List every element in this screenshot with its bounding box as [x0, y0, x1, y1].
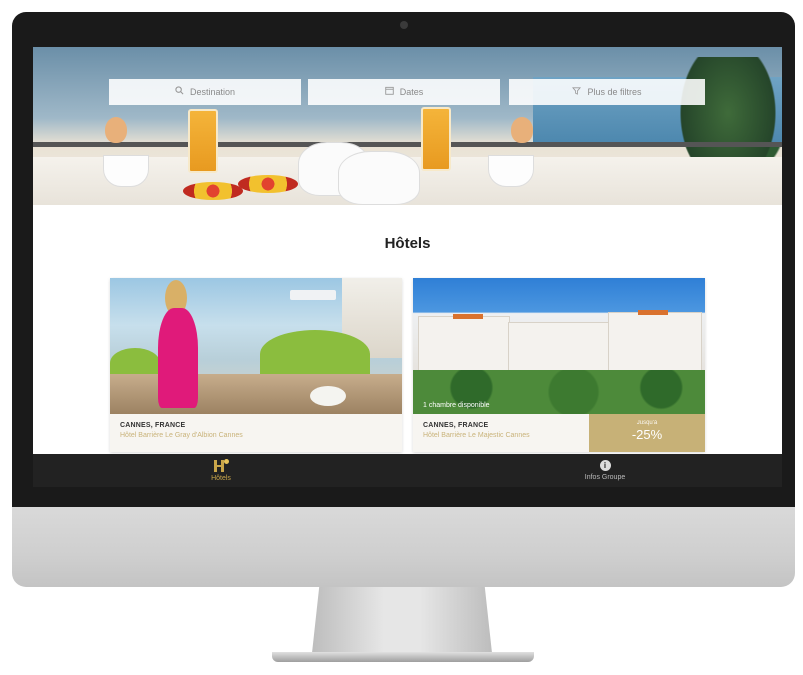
hotel-image: 1 chambre disponible [413, 278, 705, 414]
hotel-name: Hôtel Barrière Le Majestic Cannes [423, 432, 530, 439]
dates-picker[interactable]: Dates [308, 79, 500, 105]
app-screen: Destination Dates Plus de filtres Hôtels [33, 47, 782, 487]
hotel-location: CANNES, FRANCE [423, 422, 489, 429]
info-icon: i [599, 460, 611, 471]
filter-icon [572, 86, 582, 98]
tab-hotels-label: Hôtels [211, 475, 231, 482]
promo-label: Jusqu'à [636, 420, 658, 426]
hotel-info: CANNES, FRANCE Hôtel Barrière Le Gray d'… [110, 414, 402, 452]
tab-hotels[interactable]: Hôtels [161, 454, 281, 487]
search-icon [175, 86, 184, 98]
hotel-card[interactable]: CANNES, FRANCE Hôtel Barrière Le Gray d'… [110, 278, 402, 452]
hotel-card[interactable]: 1 chambre disponible CANNES, FRANCE Hôte… [413, 278, 705, 452]
tab-group-info[interactable]: i Infos Groupe [545, 454, 665, 487]
hero-banner: Destination Dates Plus de filtres [33, 47, 782, 205]
more-filters-button[interactable]: Plus de filtres [509, 79, 705, 105]
discount-badge: Jusqu'à -25% [589, 414, 705, 452]
destination-search[interactable]: Destination [109, 79, 301, 105]
webcam [400, 21, 408, 29]
page-title: Hôtels [384, 235, 431, 252]
calendar-icon [385, 86, 394, 98]
promo-value: -25% [631, 427, 663, 442]
dates-label: Dates [399, 87, 424, 97]
tab-info-label: Infos Groupe [584, 474, 626, 481]
filters-label: Plus de filtres [587, 87, 642, 97]
monitor-chin [12, 507, 795, 587]
monitor-stand [312, 587, 492, 653]
bottom-tab-bar: Hôtels i Infos Groupe [33, 454, 782, 487]
destination-label: Destination [189, 87, 236, 97]
hotel-name: Hôtel Barrière Le Gray d'Albion Cannes [120, 432, 243, 439]
hotel-location: CANNES, FRANCE [120, 422, 186, 429]
availability-text: 1 chambre disponible [423, 402, 490, 409]
monitor-base [272, 652, 534, 662]
hotel-icon [214, 459, 229, 472]
hotel-image [110, 278, 402, 414]
